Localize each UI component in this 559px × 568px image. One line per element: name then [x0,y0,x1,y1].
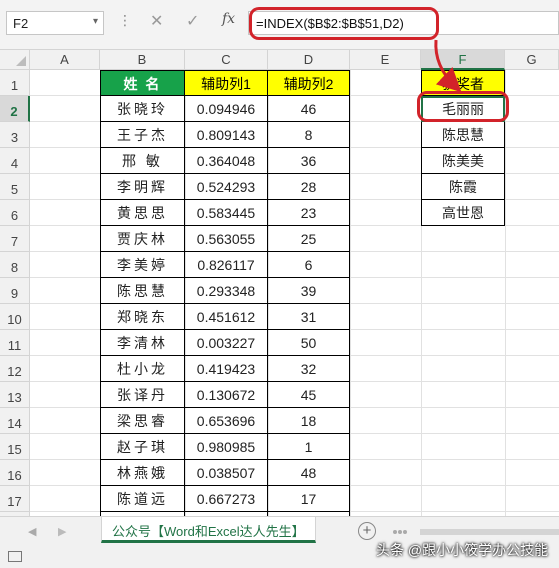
insert-function-icon[interactable]: fx [222,11,235,27]
row-header-8[interactable]: 8 [0,252,30,278]
row-header-15[interactable]: 15 [0,434,30,460]
winner-cell[interactable]: 陈美美 [421,148,505,174]
sheet-tab-active[interactable]: 公众号【Word和Excel达人先生】 [101,517,316,543]
column-header-c[interactable]: C [185,50,268,70]
select-all-button[interactable] [0,50,30,70]
watermark-text: 头条 @跟小小筱学办公技能 [376,542,549,558]
table-cell[interactable]: 0.419423 [185,356,268,382]
table-cell[interactable]: 0.980985 [185,434,268,460]
table-cell[interactable]: 18 [268,408,350,434]
column-header-g[interactable]: G [505,50,559,70]
row-header-11[interactable]: 11 [0,330,30,356]
cancel-icon[interactable]: ✕ [150,11,163,31]
winner-cell[interactable]: 高世恩 [421,200,505,226]
macro-record-icon[interactable] [8,551,22,562]
table-cell[interactable]: 45 [268,382,350,408]
table-cell[interactable]: 邢 敏 [100,148,185,174]
table-cell[interactable]: 0.038507 [185,460,268,486]
row-header-9[interactable]: 9 [0,278,30,304]
prev-sheet-icon[interactable]: ◀ [28,525,36,538]
table-cell[interactable]: 李清林 [100,330,185,356]
table-cell[interactable]: 赵子琪 [100,434,185,460]
table-cell[interactable]: 郑晓东 [100,304,185,330]
horizontal-scrollbar[interactable] [390,528,559,536]
table-cell[interactable]: 张译丹 [100,382,185,408]
more-options-icon[interactable]: ⋮ [118,12,133,29]
table-cell[interactable]: 23 [268,200,350,226]
winner-cell[interactable]: 陈霞 [421,174,505,200]
table-cell[interactable]: 6 [268,252,350,278]
column-header-a[interactable]: A [30,50,100,70]
formula-highlight-box [249,7,439,40]
table-cell[interactable]: 50 [268,330,350,356]
table-header-cell[interactable]: 姓 名 [100,70,185,96]
table-cell[interactable]: 李明辉 [100,174,185,200]
table-header-cell[interactable]: 辅助列2 [268,70,350,96]
table-cell[interactable]: 李美婷 [100,252,185,278]
name-box-dropdown-icon[interactable]: ▾ [93,16,98,27]
row-header-1[interactable]: 1 [0,70,30,96]
table-cell[interactable]: 0.293348 [185,278,268,304]
table-cell[interactable]: 39 [268,278,350,304]
row-header-2[interactable]: 2 [0,96,30,122]
row-header-10[interactable]: 10 [0,304,30,330]
row-header-17[interactable]: 17 [0,486,30,512]
table-cell[interactable]: 46 [268,96,350,122]
table-cell[interactable]: 杜小龙 [100,356,185,382]
table-cell[interactable]: 0.364048 [185,148,268,174]
table-cell[interactable]: 32 [268,356,350,382]
table-cell[interactable]: 0.563055 [185,226,268,252]
table-cell[interactable]: 陈思慧 [100,278,185,304]
table-cell[interactable]: 0.583445 [185,200,268,226]
table-cell[interactable]: 0.003227 [185,330,268,356]
row-header-12[interactable]: 12 [0,356,30,382]
table-cell[interactable]: 0.524293 [185,174,268,200]
column-header-d[interactable]: D [268,50,350,70]
table-cell[interactable]: 17 [268,486,350,512]
row-header-5[interactable]: 5 [0,174,30,200]
table-cell[interactable]: 黄思思 [100,200,185,226]
table-cell[interactable]: 25 [268,226,350,252]
table-cell[interactable]: 贾庆林 [100,226,185,252]
table-cell[interactable]: 0.826117 [185,252,268,278]
table-cell[interactable]: 48 [268,460,350,486]
name-box-value: F2 [13,16,29,31]
add-sheet-button[interactable]: + [358,522,376,540]
row-header-3[interactable]: 3 [0,122,30,148]
table-header-cell[interactable]: 辅助列1 [185,70,268,96]
f2-highlight-box [417,91,509,122]
table-cell[interactable]: 0.667273 [185,486,268,512]
table-cell[interactable]: 0.130672 [185,382,268,408]
enter-icon[interactable]: ✓ [186,11,199,31]
name-box[interactable]: F2 ▾ [6,11,104,35]
table-cell[interactable]: 林燕娥 [100,460,185,486]
table-cell[interactable]: 0.809143 [185,122,268,148]
row-header-6[interactable]: 6 [0,200,30,226]
winner-cell[interactable]: 陈思慧 [421,122,505,148]
table-cell[interactable]: 28 [268,174,350,200]
table-cell[interactable]: 陈道远 [100,486,185,512]
table-cell[interactable]: 0.094946 [185,96,268,122]
row-header-7[interactable]: 7 [0,226,30,252]
table-cell[interactable]: 王子杰 [100,122,185,148]
table-cell[interactable]: 梁思睿 [100,408,185,434]
row-header-13[interactable]: 13 [0,382,30,408]
row-header-4[interactable]: 4 [0,148,30,174]
table-cell[interactable]: 36 [268,148,350,174]
table-cell[interactable]: 张晓玲 [100,96,185,122]
row-header-16[interactable]: 16 [0,460,30,486]
table-cell[interactable]: 0.451612 [185,304,268,330]
column-header-b[interactable]: B [100,50,185,70]
table-cell[interactable]: 31 [268,304,350,330]
column-header-e[interactable]: E [350,50,421,70]
table-cell[interactable]: 0.653696 [185,408,268,434]
row-header-14[interactable]: 14 [0,408,30,434]
table-cell[interactable]: 1 [268,434,350,460]
table-cell[interactable]: 8 [268,122,350,148]
next-sheet-icon[interactable]: ▶ [58,525,66,538]
column-header-f[interactable]: F [421,50,505,70]
